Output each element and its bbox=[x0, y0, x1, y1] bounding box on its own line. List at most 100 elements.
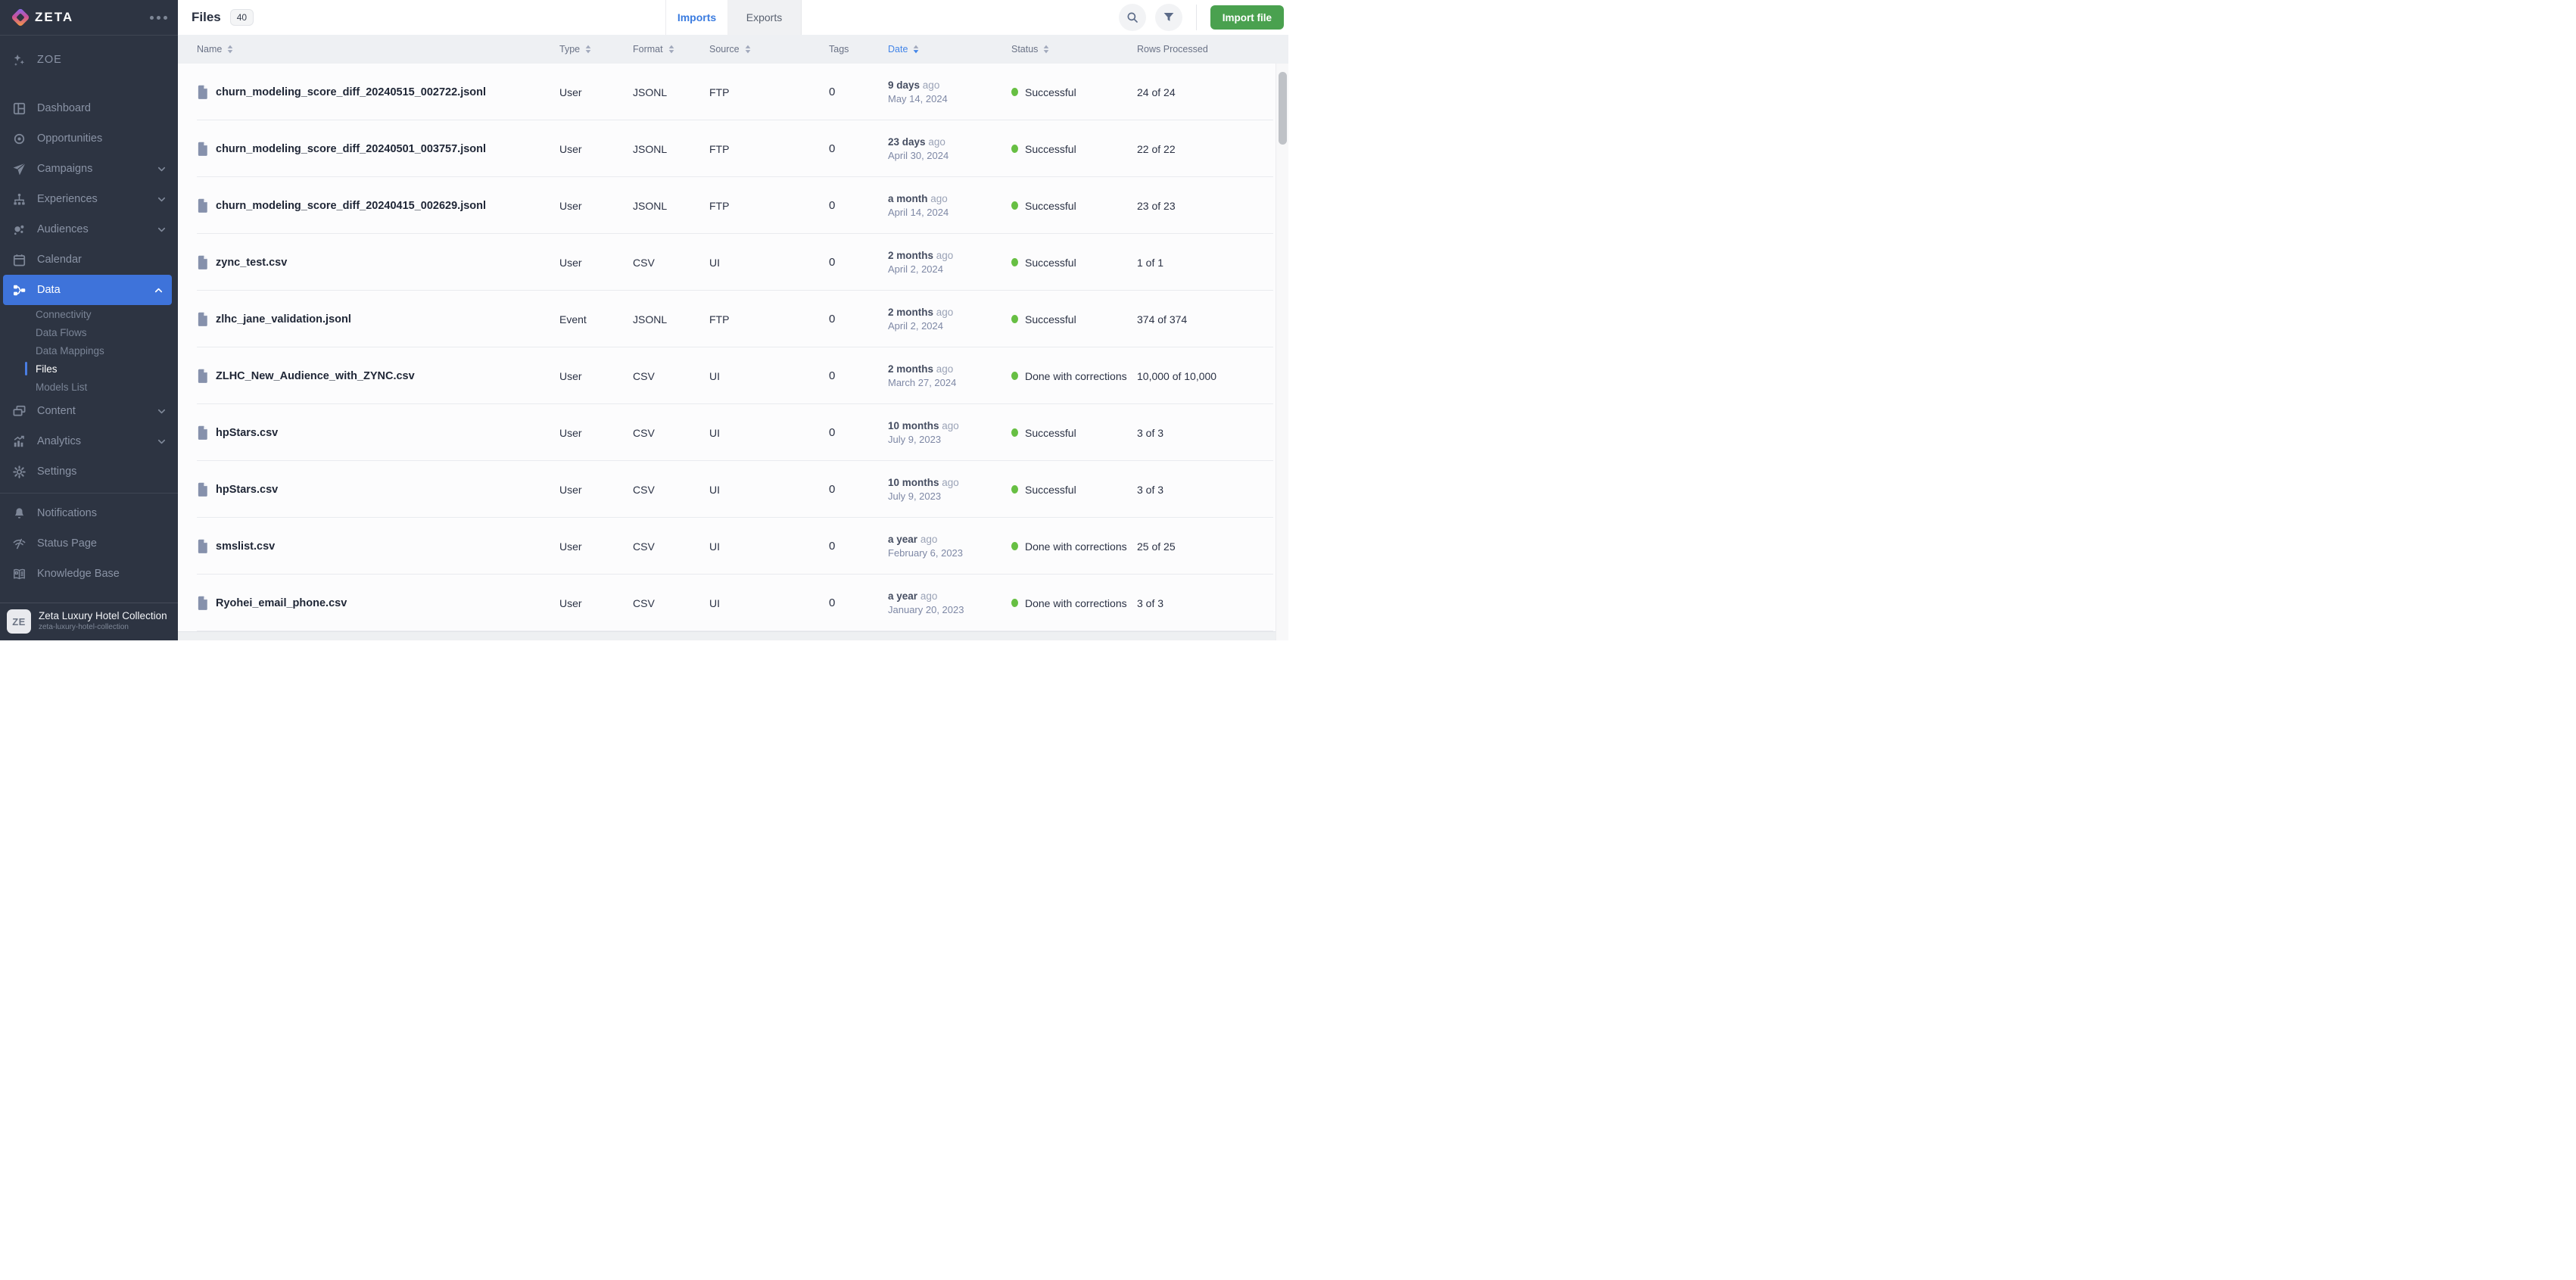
file-rows-processed: 24 of 24 bbox=[1137, 86, 1288, 98]
date-ago-label: ago bbox=[942, 477, 959, 488]
status-label: Successful bbox=[1025, 427, 1076, 439]
sidebar-item-dashboard[interactable]: Dashboard bbox=[0, 93, 178, 123]
chevron-down-icon bbox=[156, 194, 167, 205]
gear-icon bbox=[11, 465, 27, 479]
file-name: hpStars.csv bbox=[216, 484, 278, 496]
date-full: July 9, 2023 bbox=[888, 491, 1011, 502]
date-relative: a year bbox=[888, 590, 917, 602]
file-status: Done with corrections bbox=[1011, 597, 1137, 609]
layers-icon bbox=[11, 404, 27, 419]
status-dot-icon bbox=[1011, 372, 1018, 380]
sidebar-item-models-list[interactable]: Models List bbox=[0, 378, 178, 396]
sidebar-item-files[interactable]: Files bbox=[0, 360, 178, 378]
date-full: March 27, 2024 bbox=[888, 377, 1011, 388]
table-row[interactable]: ZLHC_New_Audience_with_ZYNC.csv User CSV… bbox=[178, 347, 1288, 404]
file-icon bbox=[197, 539, 208, 553]
column-header-status[interactable]: Status bbox=[1011, 44, 1137, 55]
table-row[interactable]: Ryohei_email_phone.csv User CSV UI 0 a y… bbox=[178, 575, 1288, 631]
file-tags-count: 0 bbox=[829, 426, 888, 439]
sidebar-item-audiences[interactable]: Audiences bbox=[0, 214, 178, 244]
vertical-scrollbar[interactable] bbox=[1276, 64, 1288, 640]
table-row[interactable]: hpStars.csv User CSV UI 0 10 months ago … bbox=[178, 404, 1288, 461]
sidebar-item-data[interactable]: Data bbox=[3, 275, 172, 305]
file-rows-processed: 23 of 23 bbox=[1137, 200, 1288, 212]
file-rows-processed: 374 of 374 bbox=[1137, 313, 1288, 325]
sidebar-item-label: Notifications bbox=[37, 507, 97, 519]
sidebar-item-knowledge-base[interactable]: Knowledge Base bbox=[0, 559, 178, 589]
file-name-cell: zlhc_jane_validation.jsonl bbox=[197, 312, 559, 326]
pagination-footer bbox=[178, 631, 1276, 640]
column-header-format[interactable]: Format bbox=[633, 44, 709, 55]
date-relative: 9 days bbox=[888, 79, 920, 91]
target-icon bbox=[11, 132, 27, 146]
sidebar-item-campaigns[interactable]: Campaigns bbox=[0, 154, 178, 184]
table-row[interactable]: hpStars.csv User CSV UI 0 10 months ago … bbox=[178, 461, 1288, 518]
file-source: FTP bbox=[709, 313, 829, 325]
date-relative: 10 months bbox=[888, 477, 939, 488]
table-row[interactable]: zync_test.csv User CSV UI 0 2 months ago… bbox=[178, 234, 1288, 291]
file-date: 9 days ago May 14, 2024 bbox=[888, 79, 1011, 104]
date-ago-label: ago bbox=[936, 250, 954, 261]
file-status: Done with corrections bbox=[1011, 540, 1137, 553]
calendar-icon bbox=[11, 253, 27, 267]
date-full: April 30, 2024 bbox=[888, 150, 1011, 161]
sort-icon bbox=[668, 44, 675, 55]
data-subnav: Connectivity Data Flows Data Mappings Fi… bbox=[0, 305, 178, 396]
search-button[interactable] bbox=[1119, 4, 1146, 31]
sidebar-item-analytics[interactable]: Analytics bbox=[0, 426, 178, 456]
table-row[interactable]: smslist.csv User CSV UI 0 a year ago Feb… bbox=[178, 518, 1288, 575]
table-row[interactable]: churn_modeling_score_diff_20240515_00272… bbox=[178, 64, 1288, 120]
column-header-tags: Tags bbox=[829, 44, 888, 55]
file-icon bbox=[197, 142, 208, 156]
sidebar-item-data-mappings[interactable]: Data Mappings bbox=[0, 341, 178, 360]
import-file-button[interactable]: Import file bbox=[1210, 5, 1284, 30]
sidebar-item-label: Content bbox=[37, 405, 76, 417]
filter-button[interactable] bbox=[1155, 4, 1182, 31]
file-format: CSV bbox=[633, 257, 709, 269]
more-menu-icon[interactable] bbox=[150, 16, 167, 20]
table-row[interactable]: churn_modeling_score_diff_20240415_00262… bbox=[178, 177, 1288, 234]
vertical-divider bbox=[1196, 5, 1197, 30]
file-type: User bbox=[559, 86, 633, 98]
sidebar-item-label: Audiences bbox=[37, 223, 89, 235]
sidebar-item-zoe[interactable]: ZOE bbox=[0, 45, 178, 75]
file-tags-count: 0 bbox=[829, 369, 888, 382]
sidebar-item-content[interactable]: Content bbox=[0, 396, 178, 426]
table-row[interactable]: churn_modeling_score_diff_20240501_00375… bbox=[178, 120, 1288, 177]
sidebar-item-experiences[interactable]: Experiences bbox=[0, 184, 178, 214]
scrollbar-thumb[interactable] bbox=[1279, 72, 1287, 145]
column-header-name[interactable]: Name bbox=[197, 44, 559, 55]
dashboard-icon bbox=[11, 101, 27, 116]
zeta-logo-icon bbox=[11, 8, 30, 26]
file-date: 2 months ago April 2, 2024 bbox=[888, 250, 1011, 275]
column-header-type[interactable]: Type bbox=[559, 44, 633, 55]
sidebar-item-status-page[interactable]: Status Page bbox=[0, 528, 178, 559]
sidebar-item-opportunities[interactable]: Opportunities bbox=[0, 123, 178, 154]
date-relative: a year bbox=[888, 534, 917, 545]
sidebar-item-calendar[interactable]: Calendar bbox=[0, 244, 178, 275]
sidebar-item-notifications[interactable]: Notifications bbox=[0, 498, 178, 528]
sidebar-item-data-flows[interactable]: Data Flows bbox=[0, 323, 178, 341]
table-row[interactable]: zlhc_jane_validation.jsonl Event JSONL F… bbox=[178, 291, 1288, 347]
sidebar-item-label: Knowledge Base bbox=[37, 568, 120, 580]
sidebar-item-settings[interactable]: Settings bbox=[0, 456, 178, 487]
sort-icon bbox=[226, 44, 234, 55]
file-name: ZLHC_New_Audience_with_ZYNC.csv bbox=[216, 370, 415, 382]
tabs: Imports Exports bbox=[665, 0, 802, 35]
column-header-source[interactable]: Source bbox=[709, 44, 829, 55]
sort-icon bbox=[584, 44, 592, 55]
date-relative: 2 months bbox=[888, 250, 933, 261]
tab-imports[interactable]: Imports bbox=[665, 0, 727, 35]
file-rows-processed: 3 of 3 bbox=[1137, 427, 1288, 439]
file-rows-processed: 1 of 1 bbox=[1137, 257, 1288, 269]
account-switcher[interactable]: ZE Zeta Luxury Hotel Collection zeta-lux… bbox=[0, 608, 178, 635]
file-type: User bbox=[559, 143, 633, 155]
status-dot-icon bbox=[1011, 542, 1018, 550]
column-header-date[interactable]: Date bbox=[888, 44, 1011, 55]
sort-icon bbox=[744, 44, 752, 55]
status-dot-icon bbox=[1011, 599, 1018, 607]
sidebar-item-label: Opportunities bbox=[37, 132, 102, 145]
tab-exports[interactable]: Exports bbox=[727, 0, 802, 35]
sidebar-item-connectivity[interactable]: Connectivity bbox=[0, 305, 178, 323]
date-full: January 20, 2023 bbox=[888, 604, 1011, 615]
